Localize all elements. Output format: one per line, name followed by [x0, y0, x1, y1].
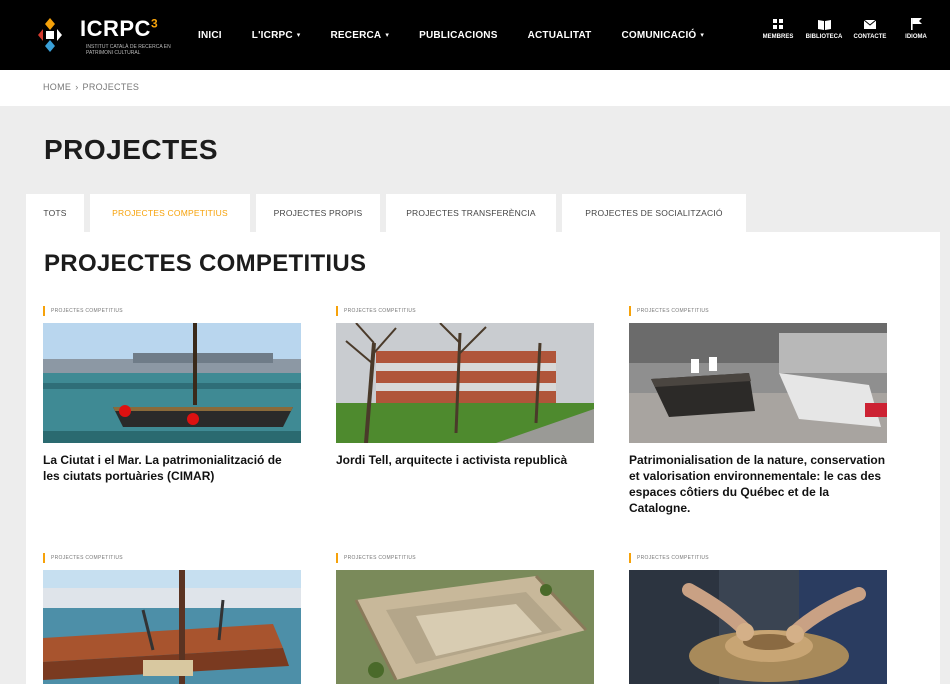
project-card[interactable]: PROJECTES COMPETITIUS Jordi Tell, arquit…: [336, 306, 594, 468]
project-category-tabs: TOTS PROJECTES COMPETITIUS PROJECTES PRO…: [26, 194, 752, 232]
logo-mark-icon: [38, 18, 62, 52]
project-title[interactable]: La Ciutat i el Mar. La patrimonialitzaci…: [43, 452, 301, 484]
book-icon: [817, 18, 831, 30]
page-title: PROJECTES: [44, 134, 219, 165]
breadcrumb-home-link[interactable]: HOME: [43, 82, 71, 92]
category-tag: PROJECTES COMPETITIUS: [336, 306, 594, 316]
category-tag: PROJECTES COMPETITIUS: [43, 553, 301, 563]
category-tag: PROJECTES COMPETITIUS: [629, 553, 887, 563]
section-title: PROJECTES COMPETITIUS: [44, 250, 367, 277]
nav-item-actualitat[interactable]: ACTUALITAT: [528, 30, 592, 41]
tool-membres[interactable]: MEMBRES: [758, 18, 798, 40]
boat-exhibit-photo[interactable]: [629, 323, 887, 443]
harbor-boat-photo[interactable]: [43, 323, 301, 443]
chevron-down-icon: ▾: [296, 32, 301, 39]
breadcrumb: HOME › PROJECTES: [43, 82, 143, 92]
tag-marker: [629, 306, 631, 316]
top-navigation-bar: ICRPC3 INSTITUT CATALÀ DE RECERCA EN PAT…: [0, 0, 950, 70]
tool-idioma[interactable]: IDIOMA: [896, 18, 936, 40]
project-card[interactable]: PROJECTES COMPETITIUS La Ciutat i el Mar…: [43, 306, 301, 484]
nav-item-publicacions[interactable]: PUBLICACIONS: [419, 30, 498, 41]
tag-marker: [43, 306, 45, 316]
fishing-boats-photo[interactable]: [43, 570, 301, 684]
tab-projectes-competitius[interactable]: PROJECTES COMPETITIUS: [90, 194, 250, 232]
nav-item-icrpc[interactable]: L'ICRPC ▾: [252, 30, 301, 41]
tag-marker: [629, 553, 631, 563]
nav-item-recerca[interactable]: RECERCA ▾: [331, 30, 390, 41]
tag-marker: [43, 553, 45, 563]
tab-tots[interactable]: TOTS: [26, 194, 84, 232]
project-card[interactable]: PROJECTES COMPETITIUS: [629, 553, 887, 684]
chevron-down-icon: ▾: [700, 32, 705, 39]
brand-name: ICRPC3: [80, 16, 159, 41]
tag-marker: [336, 306, 338, 316]
nav-item-inici[interactable]: INICI: [198, 30, 222, 41]
category-tag: PROJECTES COMPETITIUS: [336, 553, 594, 563]
site-logo[interactable]: ICRPC3 INSTITUT CATALÀ DE RECERCA EN PAT…: [36, 14, 176, 56]
pottery-wheel-photo[interactable]: [629, 570, 887, 684]
tab-projectes-socialitzacio[interactable]: PROJECTES DE SOCIALITZACIÓ: [562, 194, 746, 232]
tab-projectes-transferencia[interactable]: PROJECTES TRANSFERÈNCIA: [386, 194, 556, 232]
category-tag: PROJECTES COMPETITIUS: [629, 306, 887, 316]
category-tag: PROJECTES COMPETITIUS: [43, 306, 301, 316]
breadcrumb-separator: ›: [75, 82, 79, 92]
tool-biblioteca[interactable]: BIBLIOTECA: [804, 18, 844, 40]
main-menu: INICI L'ICRPC ▾ RECERCA ▾ PUBLICACIONS ACT…: [198, 0, 734, 70]
members-icon: [771, 18, 785, 30]
mail-icon: [863, 18, 877, 30]
project-card[interactable]: PROJECTES COMPETITIUS: [43, 553, 301, 684]
utility-links: MEMBRES BIBLIOTECA CONTACTE IDIOMA: [752, 18, 936, 40]
project-card[interactable]: PROJECTES COMPETITIUS: [336, 553, 594, 684]
flag-icon: [909, 18, 923, 30]
nav-item-comunicacio[interactable]: COMUNICACIÓ ▾: [621, 30, 704, 41]
brand-tagline: INSTITUT CATALÀ DE RECERCA EN PATRIMONI …: [86, 44, 171, 56]
building-trees-photo[interactable]: [336, 323, 594, 443]
tool-contacte[interactable]: CONTACTE: [850, 18, 890, 40]
breadcrumb-current: PROJECTES: [82, 82, 140, 92]
archaeological-site-photo[interactable]: [336, 570, 594, 684]
tag-marker: [336, 553, 338, 563]
tab-projectes-propis[interactable]: PROJECTES PROPIS: [256, 194, 380, 232]
project-card[interactable]: PROJECTES COMPETITIUS Patrimonialisation…: [629, 306, 887, 516]
chevron-down-icon: ▾: [385, 32, 390, 39]
project-title[interactable]: Patrimonialisation de la nature, conserv…: [629, 452, 887, 516]
project-title[interactable]: Jordi Tell, arquitecte i activista repub…: [336, 452, 594, 468]
